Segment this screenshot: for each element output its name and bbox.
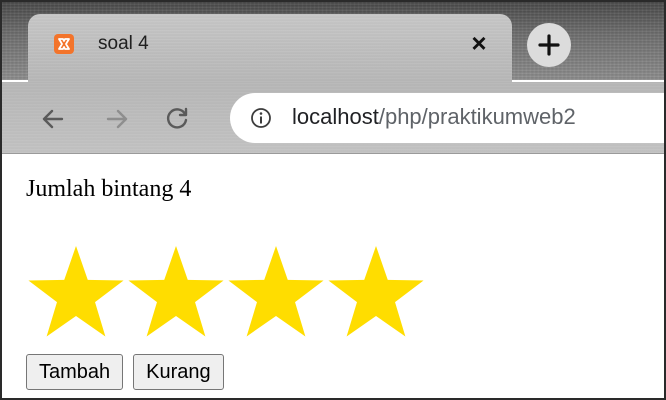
- star-icon: [328, 246, 424, 337]
- browser-window: soal 4 × localhost/php/praktikumweb2 Jum…: [0, 0, 666, 400]
- star-rating: [26, 242, 426, 342]
- star-icon: [228, 246, 324, 337]
- tambah-button[interactable]: Tambah: [26, 354, 124, 390]
- tab-close-icon[interactable]: ×: [466, 30, 492, 56]
- page-content: Jumlah bintang 4 Tambah Kurang: [2, 154, 664, 398]
- back-arrow-icon[interactable]: [38, 104, 68, 134]
- star-icon: [28, 246, 124, 337]
- forward-arrow-icon[interactable]: [102, 104, 132, 134]
- new-tab-button[interactable]: [527, 23, 571, 67]
- reload-icon[interactable]: [162, 104, 192, 134]
- star-icon: [128, 246, 224, 337]
- plus-icon: [538, 34, 560, 56]
- kurang-button[interactable]: Kurang: [133, 354, 224, 390]
- star-count-text: Jumlah bintang 4: [26, 176, 192, 202]
- browser-toolbar: localhost/php/praktikumweb2: [2, 82, 664, 154]
- button-group: Tambah Kurang: [26, 354, 224, 390]
- url-path: /php/praktikumweb2: [378, 104, 576, 129]
- info-icon[interactable]: [250, 107, 272, 129]
- url-text[interactable]: localhost/php/praktikumweb2: [292, 104, 576, 130]
- address-bar[interactable]: localhost/php/praktikumweb2: [230, 93, 664, 143]
- tab-active[interactable]: soal 4 ×: [28, 14, 512, 82]
- tab-title: soal 4: [98, 33, 149, 54]
- tab-strip: soal 4 ×: [2, 2, 664, 82]
- xampp-icon: [54, 34, 74, 54]
- url-host: localhost: [292, 104, 379, 129]
